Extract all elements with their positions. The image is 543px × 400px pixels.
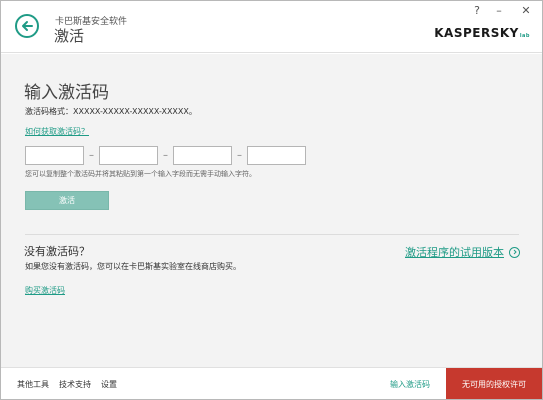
- arrow-right-circle-icon: [509, 246, 520, 258]
- activate-button[interactable]: 激活: [25, 191, 109, 210]
- arrow-left-icon: [22, 21, 33, 31]
- brand-name: KASPERSKY: [434, 26, 519, 40]
- separator-dash: –: [89, 150, 94, 161]
- other-tools-link[interactable]: 其他工具: [17, 379, 49, 390]
- divider: [25, 234, 519, 235]
- settings-link[interactable]: 设置: [101, 379, 117, 390]
- code-format-text: 激活码格式：XXXXX-XXXXX-XXXXX-XXXXX。: [25, 107, 197, 116]
- code-input-3[interactable]: [173, 146, 232, 165]
- code-input-1[interactable]: [25, 146, 84, 165]
- footer: 其他工具 技术支持 设置 输入激活码 无可用的授权许可: [1, 367, 542, 399]
- close-button[interactable]: ✕: [510, 1, 542, 19]
- main-content: 输入激活码 激活码格式：XXXXX-XXXXX-XXXXX-XXXXX。 如何获…: [1, 54, 542, 367]
- no-code-title: 没有激活码？: [24, 245, 90, 258]
- separator-dash: –: [163, 150, 168, 161]
- tech-support-link[interactable]: 技术支持: [59, 379, 91, 390]
- minimize-button[interactable]: –: [488, 1, 510, 19]
- page-heading: 激活: [54, 27, 85, 45]
- help-button[interactable]: ?: [466, 1, 488, 19]
- activation-code-fields: – – –: [25, 146, 306, 165]
- app-window: 卡巴斯基安全软件 激活 ? – ✕ KASPERSKY lab 输入激活码 激活…: [0, 0, 543, 400]
- brand-suffix: lab: [519, 33, 530, 39]
- section-title: 输入激活码: [24, 83, 109, 103]
- header: 卡巴斯基安全软件 激活 ? – ✕ KASPERSKY lab: [1, 1, 542, 53]
- no-code-description: 如果您没有激活码，您可以在卡巴斯基实验室在线商店购买。: [25, 262, 241, 271]
- activate-trial-link[interactable]: 激活程序的试用版本: [405, 244, 520, 260]
- window-controls: ? – ✕: [466, 1, 542, 21]
- footer-links: 其他工具 技术支持 设置: [17, 379, 117, 390]
- back-button[interactable]: [15, 14, 39, 38]
- license-status-button[interactable]: 无可用的授权许可: [446, 368, 542, 399]
- buy-code-link[interactable]: 购买激活码: [25, 285, 65, 296]
- brand-logo: KASPERSKY lab: [434, 26, 530, 40]
- how-to-get-code-link[interactable]: 如何获取激活码？: [25, 126, 89, 137]
- code-input-4[interactable]: [247, 146, 306, 165]
- code-input-2[interactable]: [99, 146, 158, 165]
- paste-hint: 您可以复制整个激活码并将其粘贴到第一个输入字段而无需手动输入字符。: [25, 170, 256, 178]
- enter-code-link[interactable]: 输入激活码: [390, 379, 430, 390]
- separator-dash: –: [237, 150, 242, 161]
- trial-link-label: 激活程序的试用版本: [405, 246, 504, 259]
